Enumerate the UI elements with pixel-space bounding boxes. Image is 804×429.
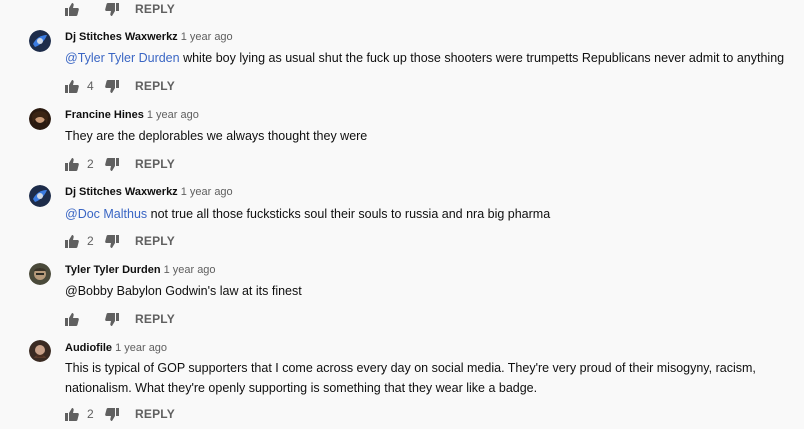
comment-text: @Tyler Tyler Durden white boy lying as u… bbox=[65, 48, 804, 68]
mention-link[interactable]: @Tyler Tyler Durden bbox=[65, 51, 180, 65]
comment-body: @Bobby Babylon Godwin's law at its fines… bbox=[65, 284, 302, 298]
avatar[interactable] bbox=[29, 30, 51, 52]
comment-text: @Doc Malthus not true all those fuckstic… bbox=[65, 204, 804, 224]
avatar[interactable] bbox=[29, 185, 51, 207]
reply-button[interactable]: REPLY bbox=[135, 79, 175, 93]
comment-thread: REPLY Dj Stitches Waxwerkz 1 year ago @Ty… bbox=[0, 0, 804, 429]
reply-button[interactable]: REPLY bbox=[135, 407, 175, 421]
thumb-down-icon[interactable] bbox=[105, 157, 135, 171]
reply-button[interactable]: REPLY bbox=[135, 312, 175, 326]
action-row: 2 REPLY bbox=[65, 155, 175, 173]
like-count: 2 bbox=[87, 234, 94, 248]
like-count: 4 bbox=[87, 79, 94, 93]
timestamp[interactable]: 1 year ago bbox=[147, 109, 199, 121]
like-count: 2 bbox=[87, 157, 94, 171]
avatar[interactable] bbox=[29, 108, 51, 130]
action-row: 2 REPLY bbox=[65, 405, 175, 423]
mention-link[interactable]: @Doc Malthus bbox=[65, 207, 147, 221]
thumb-up-icon[interactable] bbox=[65, 2, 87, 16]
comment-text: This is typical of GOP supporters that I… bbox=[65, 358, 804, 398]
avatar[interactable] bbox=[29, 263, 51, 285]
comment-text: They are the deplorables we always thoug… bbox=[65, 126, 804, 146]
thumb-down-icon[interactable] bbox=[105, 2, 135, 16]
comment-meta: Francine Hines 1 year ago bbox=[65, 109, 199, 121]
action-row: 4 REPLY bbox=[65, 77, 175, 95]
author-name[interactable]: Dj Stitches Waxwerkz bbox=[65, 31, 178, 43]
comment-text: @Bobby Babylon Godwin's law at its fines… bbox=[65, 281, 804, 301]
thumb-up-icon[interactable] bbox=[65, 312, 87, 326]
comment-body: white boy lying as usual shut the fuck u… bbox=[179, 51, 785, 65]
thumb-down-icon[interactable] bbox=[105, 79, 135, 93]
comment-meta: Dj Stitches Waxwerkz 1 year ago bbox=[65, 31, 233, 43]
comment-body: They are the deplorables we always thoug… bbox=[65, 129, 368, 143]
like-count: 2 bbox=[87, 407, 94, 421]
timestamp[interactable]: 1 year ago bbox=[181, 186, 233, 198]
reply-button[interactable]: REPLY bbox=[135, 2, 175, 16]
author-name[interactable]: Francine Hines bbox=[65, 109, 144, 121]
timestamp[interactable]: 1 year ago bbox=[115, 342, 167, 354]
comment-meta: Audiofile 1 year ago bbox=[65, 342, 167, 354]
comment-body: not true all those fucksticks soul their… bbox=[147, 207, 551, 221]
author-name[interactable]: Audiofile bbox=[65, 342, 112, 354]
thumb-up-icon[interactable] bbox=[65, 79, 87, 93]
comment-meta: Tyler Tyler Durden 1 year ago bbox=[65, 264, 216, 276]
comment-meta: Dj Stitches Waxwerkz 1 year ago bbox=[65, 186, 233, 198]
timestamp[interactable]: 1 year ago bbox=[164, 264, 216, 276]
reply-button[interactable]: REPLY bbox=[135, 234, 175, 248]
author-name[interactable]: Dj Stitches Waxwerkz bbox=[65, 186, 178, 198]
thumb-down-icon[interactable] bbox=[105, 407, 135, 421]
action-row: REPLY bbox=[65, 310, 175, 328]
author-name[interactable]: Tyler Tyler Durden bbox=[65, 264, 161, 276]
action-row: REPLY bbox=[65, 0, 175, 18]
thumb-down-icon[interactable] bbox=[105, 312, 135, 326]
action-row: 2 REPLY bbox=[65, 232, 175, 250]
thumb-down-icon[interactable] bbox=[105, 234, 135, 248]
comment-body: This is typical of GOP supporters that I… bbox=[65, 361, 756, 395]
reply-button[interactable]: REPLY bbox=[135, 157, 175, 171]
thumb-up-icon[interactable] bbox=[65, 157, 87, 171]
timestamp[interactable]: 1 year ago bbox=[181, 31, 233, 43]
avatar[interactable] bbox=[29, 340, 51, 362]
thumb-up-icon[interactable] bbox=[65, 407, 87, 421]
thumb-up-icon[interactable] bbox=[65, 234, 87, 248]
